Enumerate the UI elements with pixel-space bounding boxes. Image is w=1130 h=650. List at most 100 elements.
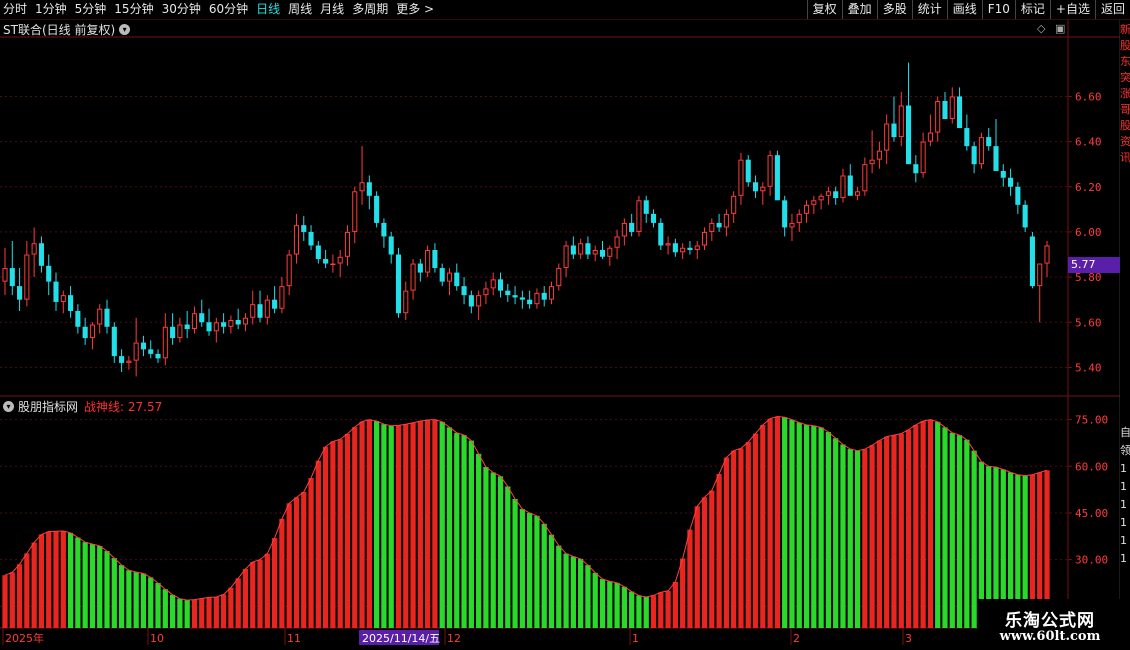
candle-body-down xyxy=(658,222,664,246)
indicator-bar xyxy=(548,534,555,628)
indicator-bar xyxy=(905,429,912,628)
candle-body-down xyxy=(745,159,751,183)
watermark-url: www.60lt.com xyxy=(999,629,1101,644)
indicator-bar xyxy=(643,596,649,628)
candle-body-up xyxy=(556,268,562,287)
candle xyxy=(847,164,853,196)
candle xyxy=(1037,263,1043,323)
candle xyxy=(374,191,380,228)
candle-body-down xyxy=(439,268,445,282)
candle-body-up xyxy=(920,141,926,174)
indicator-bar xyxy=(884,436,890,628)
indicator-bar xyxy=(585,565,591,628)
candle-body-up xyxy=(665,243,671,246)
indicator-bar xyxy=(242,568,249,628)
candle xyxy=(935,96,941,142)
candle xyxy=(578,238,584,260)
candle xyxy=(534,288,540,309)
candle-body-down xyxy=(366,182,372,196)
indicator-tick-label: 30.00 xyxy=(1075,554,1108,567)
indicator-bar xyxy=(257,559,263,628)
candle-body-up xyxy=(250,304,256,318)
candle-body-down xyxy=(993,146,999,171)
candle-body-down xyxy=(68,295,74,311)
indicator-bar xyxy=(942,427,948,628)
candle xyxy=(381,218,387,248)
indicator-bar xyxy=(220,594,227,628)
candle-body-down xyxy=(235,320,241,325)
candle-body-down xyxy=(381,222,387,237)
indicator-bar xyxy=(716,474,722,628)
indicator-bar xyxy=(512,498,518,628)
candle-body-down xyxy=(454,272,460,287)
candle-body-up xyxy=(621,222,627,237)
candle xyxy=(563,240,569,278)
candle-body-up xyxy=(213,322,219,332)
candle-body-down xyxy=(119,356,125,363)
indicator-bar xyxy=(191,599,198,628)
candle-body-down xyxy=(1029,236,1035,287)
candle xyxy=(162,313,168,366)
candle xyxy=(869,130,875,174)
candle xyxy=(774,150,780,201)
candle-body-up xyxy=(767,155,773,187)
candle-body-down xyxy=(752,182,759,192)
candle xyxy=(191,306,198,334)
indicator-bar xyxy=(774,416,781,628)
indicator-bar xyxy=(31,542,37,628)
indicator-bar xyxy=(38,534,45,628)
candle xyxy=(301,216,307,241)
indicator-bar xyxy=(60,530,66,628)
candle-body-up xyxy=(534,292,540,305)
candle xyxy=(898,91,904,147)
candle-body-up xyxy=(2,268,8,282)
candle-body-down xyxy=(184,324,190,330)
indicator-bar xyxy=(293,497,300,628)
candle-body-down xyxy=(964,128,970,147)
indicator-bar xyxy=(75,537,81,628)
candle xyxy=(731,191,737,223)
candle-body-up xyxy=(344,231,351,257)
candle-body-up xyxy=(286,254,292,287)
indicator-bar xyxy=(789,419,795,628)
indicator-bar xyxy=(213,596,219,628)
indicator-bar xyxy=(46,531,52,628)
candle xyxy=(272,286,278,314)
indicator-bar xyxy=(927,419,934,628)
indicator-bar xyxy=(891,435,897,628)
indicator-bar xyxy=(629,591,635,628)
candle xyxy=(352,186,358,244)
indicator-bar xyxy=(920,421,926,628)
candle xyxy=(716,213,722,232)
indicator-bar xyxy=(847,449,853,628)
candle xyxy=(323,250,329,269)
candle-body-down xyxy=(599,250,606,257)
indicator-bar xyxy=(279,518,285,628)
candle xyxy=(920,132,926,178)
candle xyxy=(75,304,81,334)
indicator-bar xyxy=(825,432,832,628)
indicator-bar xyxy=(439,421,445,628)
indicator-line xyxy=(4,415,1048,601)
indicator-bar xyxy=(956,435,963,628)
candle-body-down xyxy=(111,326,117,357)
indicator-bar xyxy=(286,503,292,628)
candle xyxy=(592,245,598,262)
candle-body-down xyxy=(206,322,212,332)
candle-body-up xyxy=(789,222,795,228)
candle xyxy=(585,236,591,260)
indicator-bar xyxy=(315,460,321,628)
candle xyxy=(111,322,117,363)
chart-canvas[interactable]: 6.60 6.40 6.20 6.00 5.80 5.60 5.40 75.00 60.00 45… xyxy=(0,0,1120,650)
indicator-bar xyxy=(410,422,416,628)
candle xyxy=(155,349,161,363)
indicator-bar xyxy=(140,573,147,628)
candle xyxy=(556,263,562,291)
candle-body-down xyxy=(1015,186,1021,205)
indicator-bar xyxy=(403,424,409,628)
candle-body-up xyxy=(60,295,66,302)
candle-body-up xyxy=(133,342,139,361)
candle-body-up xyxy=(869,159,875,165)
candle xyxy=(978,132,984,169)
candle xyxy=(694,240,700,260)
